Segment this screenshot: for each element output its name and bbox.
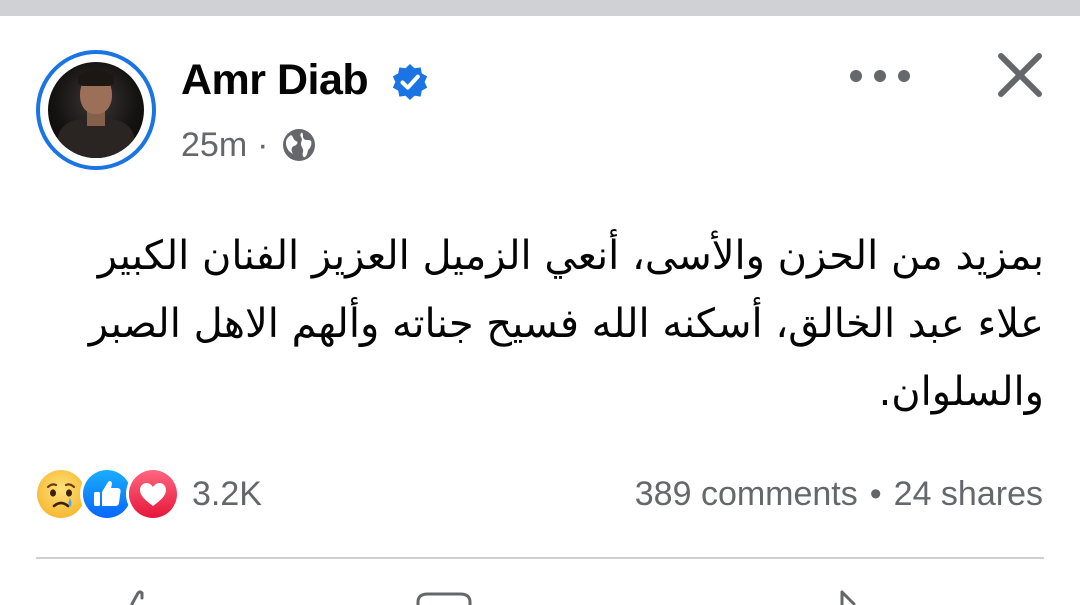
close-icon[interactable]	[990, 45, 1050, 105]
more-options-button[interactable]	[850, 58, 910, 94]
verified-badge-icon	[392, 64, 428, 100]
actions-divider	[36, 557, 1044, 559]
author-name[interactable]: Amr Diab	[181, 52, 369, 108]
avatar-photo	[48, 62, 144, 158]
post-action-bar	[0, 590, 1080, 605]
post-card: Amr Diab 25m · بمزيد من الحزن والأسى، أن…	[0, 16, 1080, 605]
stats-separator: •	[869, 474, 882, 513]
reactions-summary[interactable]: 3.2K	[34, 467, 262, 521]
profile-avatar[interactable]	[36, 50, 156, 170]
post-meta: 25m ·	[181, 124, 316, 166]
shares-count-link[interactable]: 24 shares	[894, 475, 1043, 514]
more-dot-icon	[874, 70, 886, 82]
engagement-stats: 389 comments • 24 shares	[635, 470, 1043, 518]
more-dot-icon	[850, 70, 862, 82]
like-button-icon[interactable]	[118, 590, 158, 605]
share-button-icon[interactable]	[826, 590, 866, 605]
comment-button-icon[interactable]	[412, 590, 476, 605]
love-reaction-icon	[126, 467, 180, 521]
post-time[interactable]: 25m	[181, 126, 247, 165]
more-dot-icon	[898, 70, 910, 82]
comments-count-link[interactable]: 389 comments	[635, 475, 858, 514]
top-status-strip	[0, 0, 1080, 16]
globe-icon	[283, 129, 316, 161]
reaction-count: 3.2K	[192, 474, 262, 513]
post-body-text: بمزيد من الحزن والأسى، أنعي الزميل العزي…	[88, 233, 1044, 415]
meta-separator: ·	[257, 125, 269, 164]
